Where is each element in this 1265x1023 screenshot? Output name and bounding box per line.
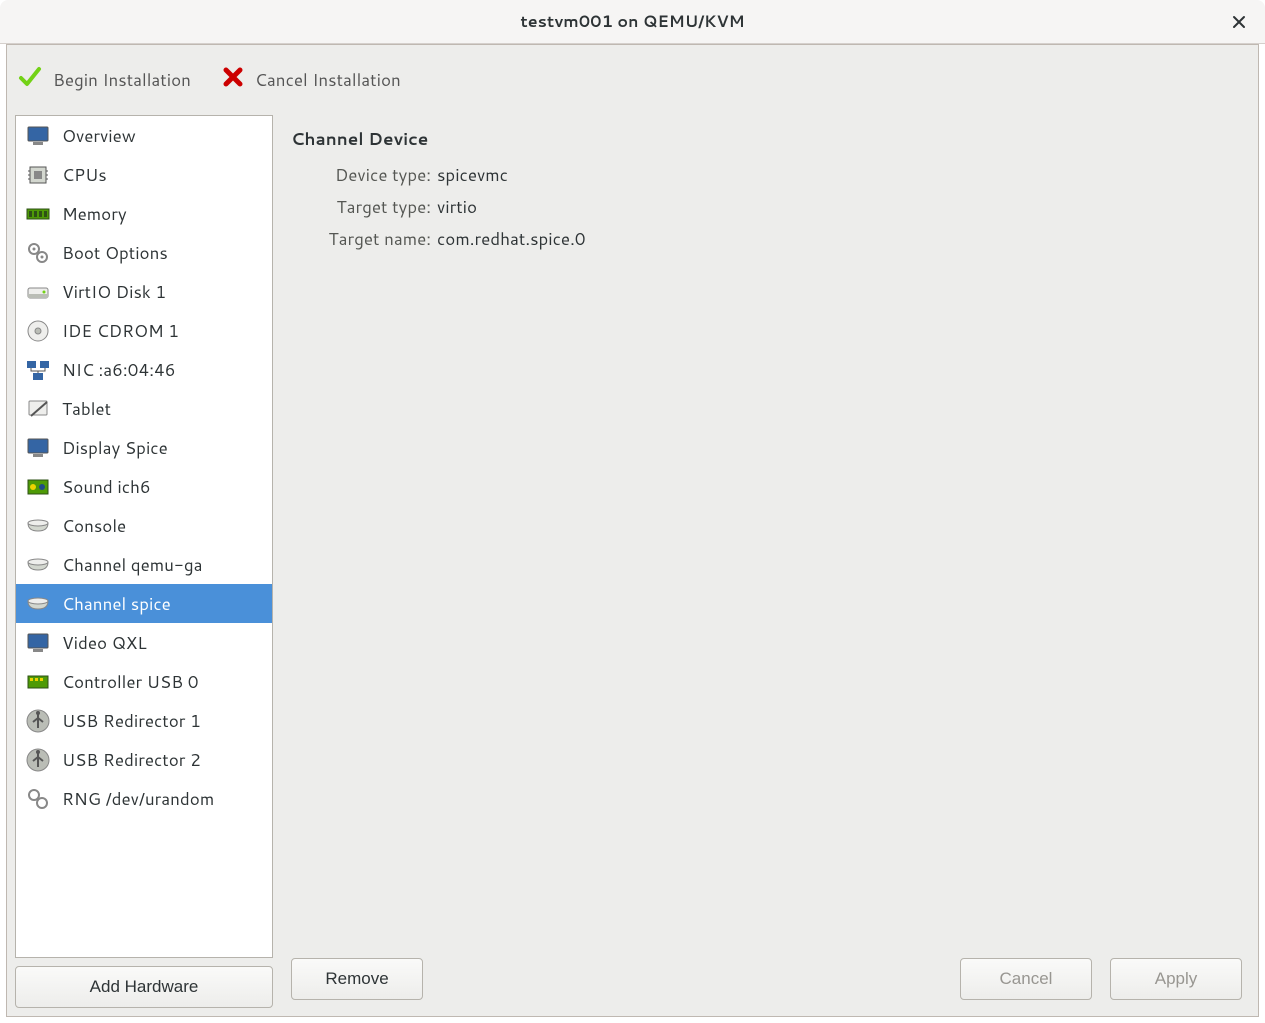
main-area: Overview CPUs Memory Boot Options VirtIO (7, 115, 1258, 1016)
sidebar-item-label: Overview (62, 124, 136, 148)
network-icon (24, 356, 52, 384)
sidebar-item-sound[interactable]: Sound ich6 (16, 467, 272, 506)
target-type-row: Target type: virtio (291, 195, 1242, 219)
target-type-label: Target type: (291, 195, 437, 219)
sidebar-item-label: Controller USB 0 (62, 670, 199, 694)
close-button[interactable] (1227, 10, 1251, 34)
channel-icon (24, 590, 52, 618)
detail-body: Channel Device Device type: spicevmc Tar… (283, 115, 1250, 950)
target-type-value: virtio (437, 195, 477, 219)
target-name-value: com.redhat.spice.0 (437, 227, 586, 251)
cdrom-icon (24, 317, 52, 345)
sidebar-item-controller-usb[interactable]: Controller USB 0 (16, 662, 272, 701)
sidebar-item-tablet[interactable]: Tablet (16, 389, 272, 428)
target-name-label: Target name: (291, 227, 437, 251)
sidebar-item-overview[interactable]: Overview (16, 116, 272, 155)
usb-icon (24, 746, 52, 774)
gears-icon (24, 239, 52, 267)
sidebar-item-label: Channel spice (62, 592, 171, 616)
display-icon (24, 434, 52, 462)
sidebar-item-label: NIC :a6:04:46 (62, 358, 176, 382)
add-hardware-button[interactable]: Add Hardware (15, 966, 273, 1008)
sidebar-item-label: CPUs (62, 163, 107, 187)
sidebar-item-nic[interactable]: NIC :a6:04:46 (16, 350, 272, 389)
sidebar-item-label: USB Redirector 2 (62, 748, 201, 772)
button-row: Remove Cancel Apply (283, 950, 1250, 1008)
sidebar-item-label: Display Spice (62, 436, 168, 460)
titlebar: testvm001 on QEMU/KVM (0, 0, 1265, 44)
channel-icon (24, 551, 52, 579)
spacer (441, 958, 942, 1000)
begin-installation-button[interactable]: Begin Installation (17, 64, 191, 96)
sidebar-item-video-qxl[interactable]: Video QXL (16, 623, 272, 662)
sidebar-item-channel-qemu-ga[interactable]: Channel qemu-ga (16, 545, 272, 584)
section-title: Channel Device (291, 127, 1242, 151)
sidebar-item-usb-redirector-2[interactable]: USB Redirector 2 (16, 740, 272, 779)
sidebar-item-label: Console (62, 514, 126, 538)
begin-installation-label: Begin Installation (53, 68, 191, 92)
device-type-label: Device type: (291, 163, 437, 187)
sidebar-item-usb-redirector-1[interactable]: USB Redirector 1 (16, 701, 272, 740)
cancel-installation-label: Cancel Installation (255, 68, 401, 92)
controller-icon (24, 668, 52, 696)
sidebar-item-label: Memory (62, 202, 127, 226)
toolbar: Begin Installation Cancel Installation (7, 45, 1258, 115)
sidebar-item-rng[interactable]: RNG /dev/urandom (16, 779, 272, 818)
sidebar-item-console[interactable]: Console (16, 506, 272, 545)
sidebar-item-boot-options[interactable]: Boot Options (16, 233, 272, 272)
sidebar-item-memory[interactable]: Memory (16, 194, 272, 233)
cpu-icon (24, 161, 52, 189)
sidebar-item-label: RNG /dev/urandom (62, 787, 214, 811)
sidebar-item-label: VirtIO Disk 1 (62, 280, 166, 304)
sidebar-item-label: Sound ich6 (62, 475, 151, 499)
disk-icon (24, 278, 52, 306)
sidebar-item-channel-spice[interactable]: Channel spice (16, 584, 272, 623)
target-name-row: Target name: com.redhat.spice.0 (291, 227, 1242, 251)
sidebar-item-label: Tablet (62, 397, 111, 421)
monitor-icon (24, 122, 52, 150)
serial-icon (24, 512, 52, 540)
sidebar-item-display-spice[interactable]: Display Spice (16, 428, 272, 467)
sidebar-column: Overview CPUs Memory Boot Options VirtIO (15, 115, 273, 1008)
sound-card-icon (24, 473, 52, 501)
memory-icon (24, 200, 52, 228)
close-icon (1232, 8, 1246, 36)
sidebar-item-ide-cdrom[interactable]: IDE CDROM 1 (16, 311, 272, 350)
sidebar-item-label: IDE CDROM 1 (62, 319, 179, 343)
window-title: testvm001 on QEMU/KVM (520, 10, 744, 33)
cancel-installation-button[interactable]: Cancel Installation (221, 65, 401, 95)
hardware-sidebar[interactable]: Overview CPUs Memory Boot Options VirtIO (15, 115, 273, 958)
sidebar-item-cpus[interactable]: CPUs (16, 155, 272, 194)
device-type-value: spicevmc (437, 163, 508, 187)
x-icon (221, 65, 245, 95)
sidebar-item-label: Boot Options (62, 241, 168, 265)
apply-button[interactable]: Apply (1110, 958, 1242, 1000)
rng-icon (24, 785, 52, 813)
sidebar-item-label: Video QXL (62, 631, 147, 655)
detail-panel: Channel Device Device type: spicevmc Tar… (283, 115, 1250, 1008)
usb-icon (24, 707, 52, 735)
remove-button[interactable]: Remove (291, 958, 423, 1000)
sidebar-item-label: Channel qemu-ga (62, 553, 203, 577)
device-type-row: Device type: spicevmc (291, 163, 1242, 187)
sidebar-item-label: USB Redirector 1 (62, 709, 201, 733)
sidebar-item-virtio-disk[interactable]: VirtIO Disk 1 (16, 272, 272, 311)
cancel-button[interactable]: Cancel (960, 958, 1092, 1000)
window-body: Begin Installation Cancel Installation O… (6, 44, 1259, 1017)
tablet-icon (24, 395, 52, 423)
checkmark-icon (17, 64, 43, 96)
video-icon (24, 629, 52, 657)
